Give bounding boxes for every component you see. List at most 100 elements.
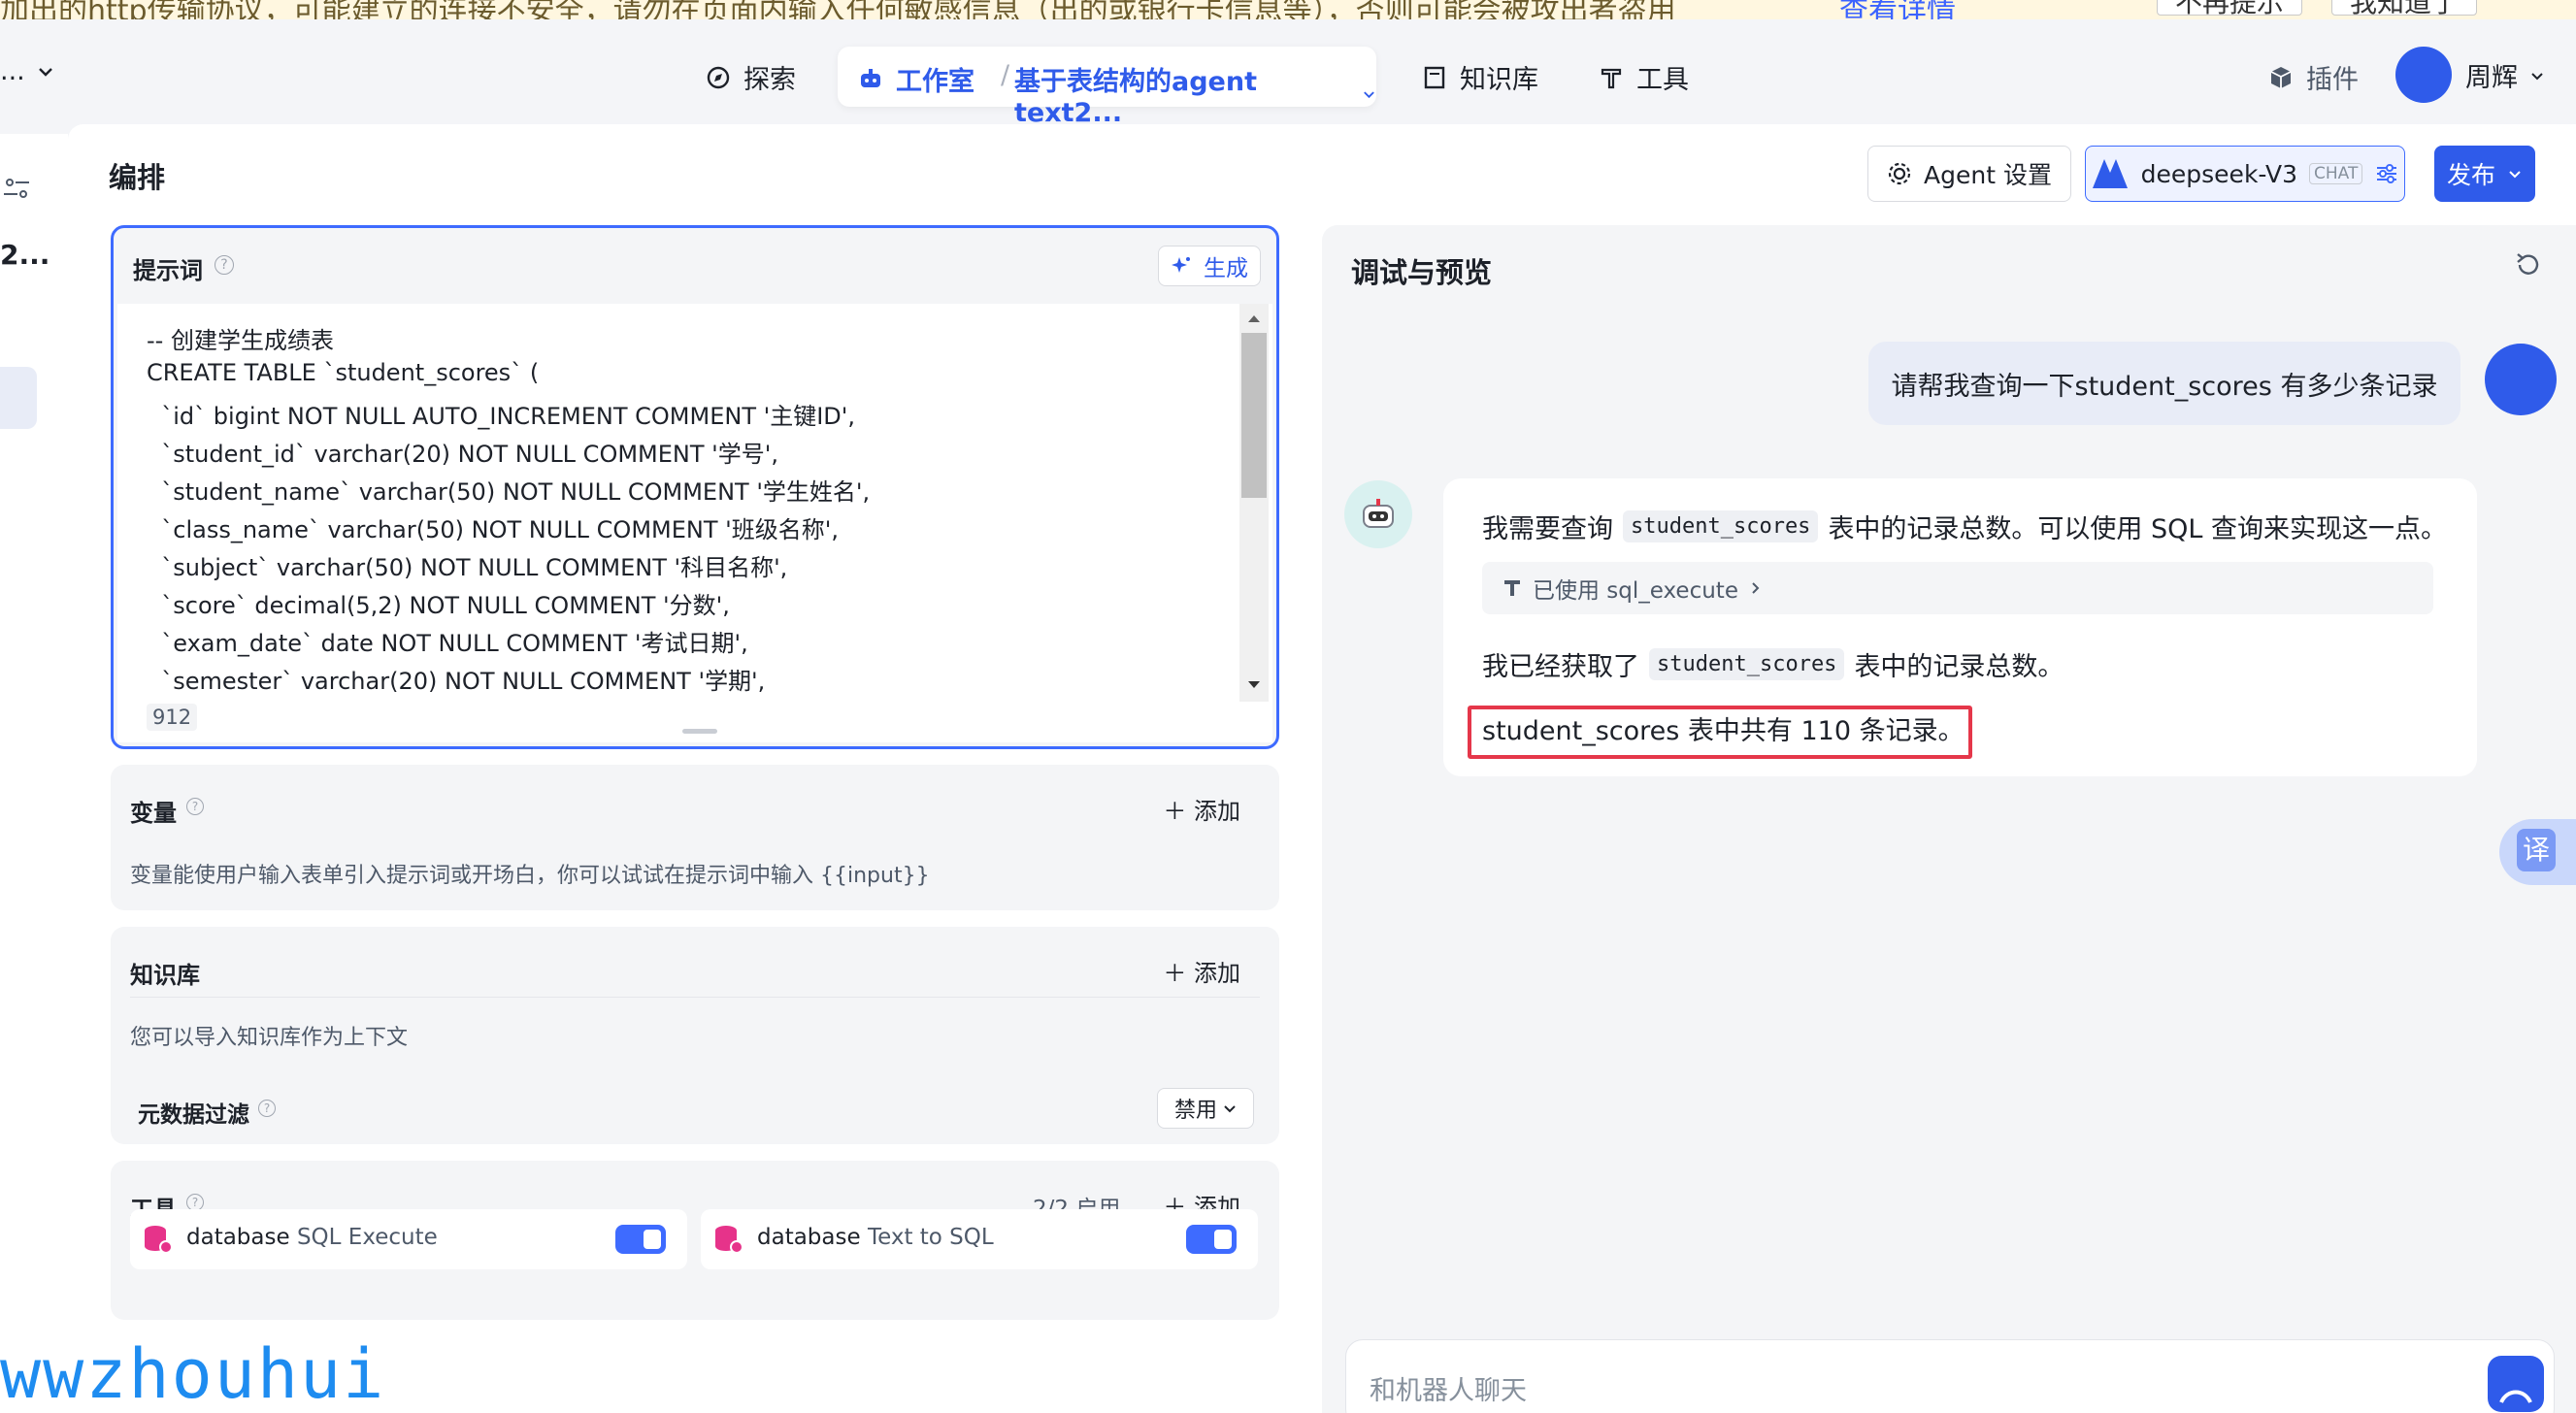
prompt-line: `id` bigint NOT NULL AUTO_INCREMENT COMM… [147, 403, 855, 430]
send-button[interactable] [2488, 1356, 2544, 1412]
bot-text: 表中的记录总数。 [1854, 652, 2064, 682]
space-switcher[interactable]: ... [0, 56, 54, 86]
sidebar-item-label[interactable]: 2... [0, 239, 50, 271]
publish-label: 发布 [2446, 161, 2495, 189]
warning-details-link[interactable]: 查看详情 [1839, 0, 1956, 19]
divider [130, 997, 1260, 998]
chevron-down-icon [1364, 91, 1374, 99]
tool-item-sql-execute[interactable]: database SQL Execute [130, 1209, 687, 1269]
scrollbar-thumb[interactable] [1241, 333, 1267, 498]
prompt-line: `student_name` varchar(50) NOT NULL COMM… [147, 478, 871, 506]
prompt-title: 提示词 [133, 257, 203, 284]
robot-icon [861, 68, 880, 87]
got-it-button[interactable]: 我知道了 [2331, 0, 2478, 18]
chat-input-placeholder: 和机器人聊天 [1370, 1376, 1527, 1406]
tool-icon [1601, 68, 1622, 88]
cube-icon [2270, 66, 2292, 88]
char-count: 912 [147, 704, 198, 731]
add-label: 添加 [1194, 798, 1240, 825]
model-name: deepseek-V3 [2140, 159, 2297, 188]
prompt-textarea[interactable]: -- 创建学生成绩表 CREATE TABLE `student_scores`… [117, 304, 1272, 742]
nav-knowledge[interactable]: 知识库 [1421, 58, 1538, 96]
model-selector[interactable]: deepseek-V3 CHAT [2085, 146, 2405, 202]
nav-plugins[interactable]: 插件 [2267, 58, 2359, 96]
publish-button[interactable]: 发布 [2434, 146, 2535, 202]
tool-item-text-to-sql[interactable]: database Text to SQL [701, 1209, 1258, 1269]
agent-selector[interactable]: 基于表结构的agent text2... [1014, 60, 1376, 128]
prompt-scrollbar[interactable] [1239, 304, 1269, 702]
help-icon[interactable]: ? [186, 798, 204, 815]
model-logo-icon [2092, 159, 2128, 188]
tool-toggle[interactable] [615, 1225, 666, 1254]
resize-handle[interactable] [682, 729, 717, 734]
sidebar-active-item[interactable] [0, 367, 37, 429]
add-knowledge-button[interactable]: ＋ 添加 [1163, 954, 1240, 988]
left-sidebar: 2... [0, 134, 68, 1413]
generate-label: 生成 [1204, 256, 1248, 281]
scroll-up-icon[interactable] [1247, 313, 1261, 323]
tool-used-label: 已使用 sql_execute [1533, 578, 1738, 604]
user-name: 周辉 [2465, 63, 2518, 93]
knowledge-card: 知识库 ＋ 添加 您可以导入知识库作为上下文 元数据过滤 ? 禁用 [111, 927, 1279, 1144]
scroll-down-icon[interactable] [1247, 680, 1261, 690]
help-icon[interactable]: ? [258, 1100, 276, 1117]
chevron-down-icon [2509, 171, 2521, 179]
chevron-down-icon [1224, 1105, 1236, 1113]
settings-sliders-icon[interactable] [4, 175, 31, 202]
database-icon [145, 1226, 173, 1254]
user-avatar [2485, 344, 2557, 415]
chevron-down-icon [38, 67, 52, 77]
metadata-filter-select[interactable]: 禁用 [1157, 1088, 1254, 1129]
metadata-filter-title: 元数据过滤 [138, 1102, 249, 1128]
knowledge-title: 知识库 [130, 962, 200, 989]
chat-input[interactable]: 和机器人聊天 [1345, 1339, 2555, 1413]
tool-name: database [186, 1225, 290, 1250]
inline-code: student_scores [1649, 648, 1845, 680]
translate-widget[interactable]: 译 [2499, 819, 2576, 885]
robot-icon [1363, 499, 1394, 528]
model-badge: CHAT [2308, 163, 2363, 184]
user-message: 请帮我查询一下student_scores 有多少条记录 [1868, 342, 2460, 425]
warning-text: 加出的http传输协议，可能建立的连接不安全，请勿在页面内输入任何敏感信息（出的… [0, 0, 1676, 19]
add-variable-button[interactable]: ＋ 添加 [1163, 792, 1240, 826]
nav-tools[interactable]: 工具 [1598, 58, 1689, 96]
bot-text: 我需要查询 [1482, 514, 1613, 544]
tool-toggle[interactable] [1186, 1225, 1237, 1254]
prompt-line: `student_id` varchar(20) NOT NULL COMMEN… [147, 441, 778, 468]
reset-icon[interactable] [2514, 250, 2543, 279]
prompt-line: `subject` varchar(50) NOT NULL COMMENT '… [147, 554, 788, 581]
send-icon [2499, 1390, 2532, 1403]
agent-settings-button[interactable]: Agent 设置 [1867, 146, 2071, 202]
user-menu[interactable]: 周辉 [2465, 56, 2545, 94]
generate-button[interactable]: 生成 [1158, 246, 1261, 286]
knowledge-description: 您可以导入知识库作为上下文 [130, 1026, 409, 1050]
prompt-line: `exam_date` date NOT NULL COMMENT '考试日期'… [147, 630, 748, 657]
nav-workspace[interactable]: 工作室 [857, 60, 974, 98]
highlight-annotation-box [1468, 706, 1972, 759]
top-navigation: ... 探索 工作室 / 基于表结构的agent text2... 知识库 工具… [0, 19, 2576, 134]
nav-explore-label: 探索 [743, 65, 796, 95]
bot-avatar [1344, 480, 1412, 548]
tool-used-expander[interactable]: 已使用 sql_execute [1482, 562, 2433, 614]
space-name: ... [0, 56, 25, 86]
user-avatar[interactable] [2395, 47, 2452, 103]
variables-title: 变量 [130, 800, 177, 827]
variables-description: 变量能使用户输入表单引入提示词或开场白，你可以试试在提示词中输入 {{input… [130, 864, 930, 888]
compass-icon [707, 66, 730, 88]
security-warning-bar: 加出的http传输协议，可能建立的连接不安全，请勿在页面内输入任何敏感信息（出的… [0, 0, 2576, 19]
tool-desc: Text to SQL [867, 1225, 994, 1250]
nav-explore[interactable]: 探索 [705, 58, 796, 96]
gear-icon [1888, 162, 1911, 185]
nav-knowledge-label: 知识库 [1460, 65, 1538, 95]
dont-remind-button[interactable]: 不再提示 [2157, 0, 2303, 18]
prompt-editor-card: 提示词 ? 生成 -- 创建学生成绩表 CREATE TABLE `studen… [111, 225, 1279, 749]
help-icon[interactable]: ? [215, 255, 234, 275]
bot-text: 表中的记录总数。可以使用 SQL 查询来实现这一点。 [1828, 514, 2448, 544]
debug-preview-title: 调试与预览 [1351, 256, 1493, 289]
prompt-line: `class_name` varchar(50) NOT NULL COMMEN… [147, 516, 839, 543]
model-config-icon[interactable] [2374, 161, 2399, 186]
tools-card: 工具 ? 2/2 启用 ＋ 添加 database SQL Execute da… [111, 1161, 1279, 1320]
inline-code: student_scores [1623, 510, 1819, 542]
user-message-text: 请帮我查询一下student_scores 有多少条记录 [1891, 371, 2438, 402]
chevron-down-icon [2531, 72, 2543, 80]
